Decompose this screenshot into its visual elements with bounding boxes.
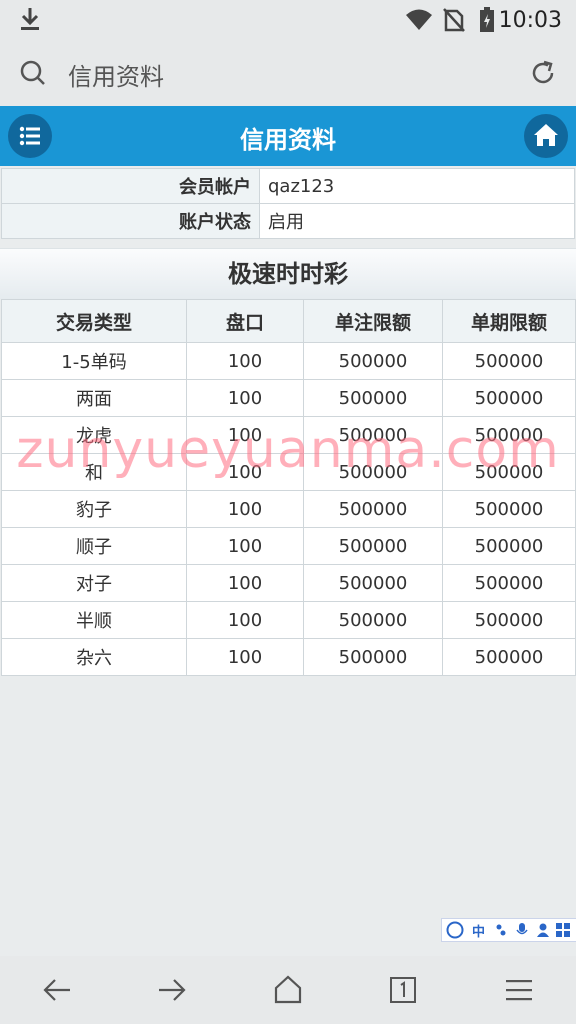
table-cell: 100 <box>186 638 304 676</box>
table-cell: 半顺 <box>1 601 187 639</box>
table-row: 顺子 100 500000 500000 <box>1 527 576 565</box>
account-label: 会员帐户 <box>1 168 260 204</box>
column-header: 盘口 <box>186 299 304 343</box>
table-cell: 100 <box>186 342 304 380</box>
home-button[interactable] <box>524 114 568 158</box>
search-icon[interactable] <box>20 60 46 86</box>
status-bar: 10:03 <box>0 0 576 40</box>
user-icon[interactable] <box>536 922 550 938</box>
table-cell: 100 <box>186 601 304 639</box>
table-cell: 对子 <box>1 564 187 602</box>
app-header: 信用资料 <box>0 106 576 166</box>
table-cell: 500000 <box>442 342 576 380</box>
back-arrow-icon[interactable] <box>42 976 72 1004</box>
column-header: 交易类型 <box>1 299 187 343</box>
account-info-table: 会员帐户 qaz123 账户状态 启用 <box>1 168 575 239</box>
table-cell: 豹子 <box>1 490 187 528</box>
grid-icon[interactable] <box>556 923 570 937</box>
ime-language-toggle[interactable]: 中 <box>472 921 485 940</box>
status-row: 账户状态 启用 <box>1 203 575 239</box>
column-header: 单注限额 <box>303 299 443 343</box>
punctuation-icon[interactable] <box>495 923 507 937</box>
table-cell: 500000 <box>442 490 576 528</box>
table-cell: 500000 <box>303 564 443 602</box>
no-sim-icon <box>443 8 465 32</box>
battery-charging-icon <box>480 7 494 32</box>
table-cell: 500000 <box>442 564 576 602</box>
table-row: 豹子 100 500000 500000 <box>1 490 576 528</box>
table-cell: 500000 <box>303 490 443 528</box>
account-row: 会员帐户 qaz123 <box>1 168 575 204</box>
forward-arrow-icon[interactable] <box>157 976 187 1004</box>
microphone-icon[interactable] <box>516 922 528 938</box>
column-header: 单期限额 <box>442 299 576 343</box>
table-header-row: 交易类型 盘口 单注限额 单期限额 <box>1 299 576 343</box>
table-cell: 500000 <box>442 601 576 639</box>
browser-page-title[interactable]: 信用资料 <box>68 57 164 92</box>
browser-address-bar[interactable]: 信用资料 <box>0 40 576 106</box>
refresh-icon[interactable] <box>529 59 557 87</box>
ime-toolbar[interactable]: 中 <box>441 918 576 942</box>
table-row: 半顺 100 500000 500000 <box>1 601 576 639</box>
browser-bottom-nav <box>0 956 576 1024</box>
table-cell: 100 <box>186 379 304 417</box>
account-value: qaz123 <box>259 168 575 204</box>
table-cell: 100 <box>186 490 304 528</box>
table-cell: 500000 <box>303 601 443 639</box>
download-icon <box>21 8 39 30</box>
table-cell: 500000 <box>442 379 576 417</box>
table-cell: 500000 <box>303 379 443 417</box>
table-cell: 500000 <box>303 527 443 565</box>
home-icon <box>534 124 558 146</box>
limits-table: 交易类型 盘口 单注限额 单期限额 1-5单码 100 500000 500000 两… <box>1 299 576 676</box>
table-row: 两面 100 500000 500000 <box>1 379 576 417</box>
status-time: 10:03 <box>498 8 562 33</box>
table-cell: 100 <box>186 527 304 565</box>
tabs-icon[interactable] <box>389 976 417 1004</box>
section-title: 极速时时彩 <box>0 248 576 299</box>
table-cell: 500000 <box>303 638 443 676</box>
watermark: zunyueyuanma.com <box>16 420 560 480</box>
table-cell: 500000 <box>442 527 576 565</box>
page-title: 信用资料 <box>240 126 336 154</box>
ifly-logo-icon <box>446 921 464 939</box>
table-cell: 1-5单码 <box>1 342 187 380</box>
table-cell: 杂六 <box>1 638 187 676</box>
table-cell: 100 <box>186 564 304 602</box>
table-row: 1-5单码 100 500000 500000 <box>1 342 576 380</box>
status-label: 账户状态 <box>1 203 260 239</box>
table-row: 对子 100 500000 500000 <box>1 564 576 602</box>
status-value: 启用 <box>259 203 575 239</box>
wifi-icon <box>406 9 432 30</box>
table-cell: 顺子 <box>1 527 187 565</box>
table-cell: 500000 <box>442 638 576 676</box>
table-cell: 500000 <box>303 342 443 380</box>
menu-icon[interactable] <box>504 978 534 1002</box>
home-icon[interactable] <box>273 974 303 1004</box>
table-cell: 两面 <box>1 379 187 417</box>
table-row: 杂六 100 500000 500000 <box>1 638 576 676</box>
